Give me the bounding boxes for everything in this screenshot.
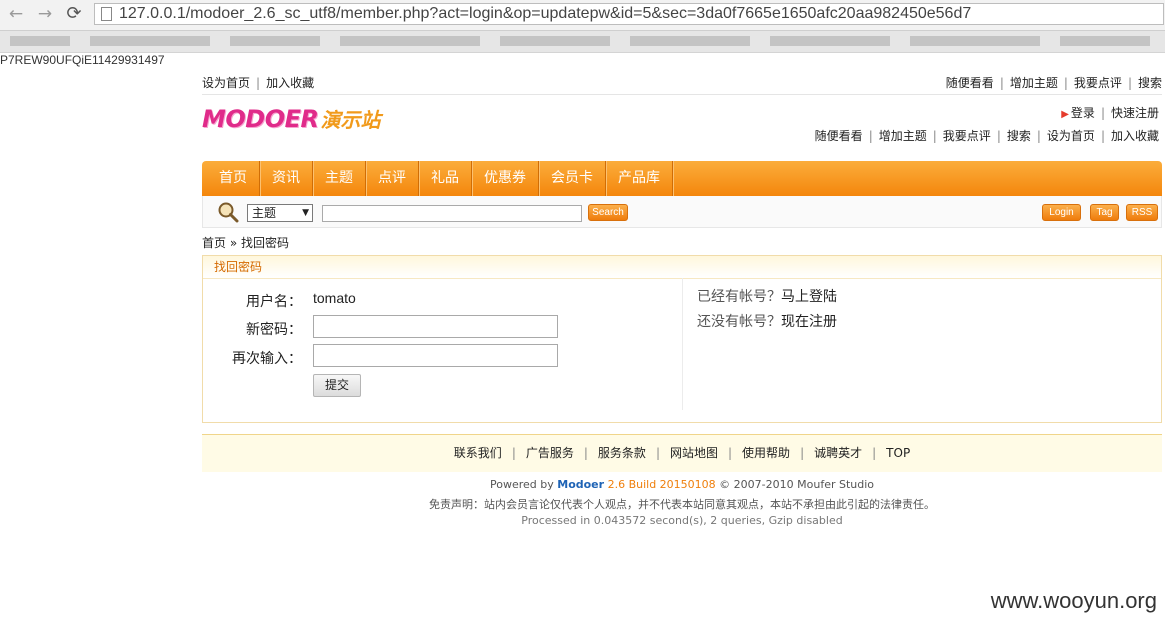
logo-text: MODOER (202, 105, 319, 133)
breadcrumb-current: 找回密码 (241, 236, 290, 250)
register-now-link[interactable]: 现在注册 (781, 314, 837, 330)
header-review-link[interactable]: 我要点评 (943, 129, 991, 143)
reset-password-panel: 找回密码 用户名： tomato 新密码： 再次输入： 提交 已经有帐号？马上登… (202, 255, 1162, 423)
nav-coupon[interactable]: 优惠券 (472, 161, 539, 196)
login-now-link[interactable]: 马上登陆 (781, 289, 837, 305)
reload-icon[interactable]: ⟳ (63, 3, 85, 25)
header-favorite-link[interactable]: 加入收藏 (1111, 129, 1159, 143)
breadcrumb-separator: » (229, 236, 238, 250)
footer-help-link[interactable]: 使用帮助 (742, 446, 790, 460)
submit-button[interactable]: 提交 (313, 374, 361, 397)
header-search-link[interactable]: 搜索 (1007, 129, 1031, 143)
search-button[interactable]: Search (588, 204, 628, 221)
site-logo[interactable]: MODOER 演示站 (202, 104, 380, 134)
login-prompt-text: 已经有帐号？ (697, 289, 781, 305)
login-link[interactable]: 登录 (1071, 106, 1095, 120)
powered-by: Powered by Modoer 2.6 Build 20150108 © 2… (202, 478, 1162, 491)
watermark: www.wooyun.org (990, 588, 1157, 613)
chevron-down-icon: ▼ (302, 208, 309, 218)
page-icon (101, 7, 112, 21)
search-type-value: 主题 (252, 206, 277, 220)
brand-link[interactable]: Modoer (557, 478, 604, 491)
url-text[interactable]: 127.0.0.1/modoer_2.6_sc_utf8/member.php?… (119, 5, 971, 23)
username-label: 用户名： (246, 294, 302, 310)
footer-contact-link[interactable]: 联系我们 (454, 446, 502, 460)
site-topbar: 设为首页 | 加入收藏 随便看看 | 增加主题 | 我要点评 | 搜索 (202, 70, 1162, 95)
powered-prefix: Powered by (489, 478, 554, 491)
header-links: 随便看看 | 增加主题 | 我要点评 | 搜索 | 设为首页 | 加入收藏 (814, 129, 1159, 143)
overflow-text: P7REW90UFQiE11429931497 (0, 53, 165, 67)
username-value: tomato (313, 290, 356, 306)
repeat-password-label: 再次输入： (232, 351, 302, 367)
nav-review[interactable]: 点评 (366, 161, 419, 196)
arrow-right-icon: ▶ (1061, 109, 1069, 120)
new-password-field[interactable] (313, 315, 558, 338)
header-random-link[interactable]: 随便看看 (815, 129, 863, 143)
search-bar: 主题 ▼ Search Login Tag RSS (202, 196, 1162, 228)
copyright-text: © 2007-2010 Moufer Studio (719, 478, 875, 491)
nav-subject[interactable]: 主题 (313, 161, 366, 196)
login-button[interactable]: Login (1042, 204, 1081, 221)
register-link[interactable]: 快速注册 (1111, 106, 1159, 120)
nav-news[interactable]: 资讯 (260, 161, 313, 196)
footer-links: 联系我们 | 广告服务 | 服务条款 | 网站地图 | 使用帮助 | 诚聘英才 | TOP (202, 434, 1162, 472)
nav-gift[interactable]: 礼品 (419, 161, 472, 196)
footer-ads-link[interactable]: 广告服务 (526, 446, 574, 460)
header-homepage-link[interactable]: 设为首页 (1047, 129, 1095, 143)
search-type-select[interactable]: 主题 ▼ (247, 204, 313, 222)
search-input[interactable] (322, 205, 582, 222)
nav-home[interactable]: 首页 (207, 161, 260, 196)
bookmarks-bar (0, 31, 1165, 53)
login-prompt: 已经有帐号？马上登陆 (697, 286, 837, 306)
register-prompt-text: 还没有帐号？ (697, 314, 781, 330)
nav-card[interactable]: 会员卡 (539, 161, 606, 196)
nav-products[interactable]: 产品库 (606, 161, 673, 196)
register-prompt: 还没有帐号？现在注册 (697, 311, 837, 331)
address-bar[interactable]: 127.0.0.1/modoer_2.6_sc_utf8/member.php?… (94, 3, 1164, 25)
breadcrumb-home[interactable]: 首页 (202, 236, 226, 250)
panel-title: 找回密码 (203, 256, 1161, 279)
set-homepage-link[interactable]: 设为首页 (202, 76, 250, 90)
processed-info: Processed in 0.043572 second(s), 2 queri… (521, 514, 843, 527)
login-register: ▶ 登录 | 快速注册 (1061, 106, 1159, 120)
version-text: 2.6 Build 20150108 (607, 478, 716, 491)
forward-icon[interactable]: → (34, 3, 56, 25)
main-nav: 首页 资讯 主题 点评 礼品 优惠券 会员卡 产品库 (202, 161, 1162, 196)
tag-button[interactable]: Tag (1090, 204, 1119, 221)
footer-jobs-link[interactable]: 诚聘英才 (814, 446, 862, 460)
footer-top-link[interactable]: TOP (886, 446, 910, 460)
search-icon (218, 202, 239, 223)
add-favorite-link[interactable]: 加入收藏 (266, 76, 314, 90)
back-icon[interactable]: ← (5, 3, 27, 25)
browser-toolbar: ← → ⟳ 127.0.0.1/modoer_2.6_sc_utf8/membe… (0, 0, 1165, 31)
random-link[interactable]: 随便看看 (946, 76, 994, 90)
footer-terms-link[interactable]: 服务条款 (598, 446, 646, 460)
disclaimer: 免责声明：站内会员言论仅代表个人观点，并不代表本站同意其观点，本站不承担由此引起… (429, 498, 935, 511)
breadcrumb: 首页 » 找回密码 (202, 234, 289, 251)
footer-sitemap-link[interactable]: 网站地图 (670, 446, 718, 460)
search-link[interactable]: 搜索 (1138, 76, 1162, 90)
repeat-password-field[interactable] (313, 344, 558, 367)
review-link[interactable]: 我要点评 (1074, 76, 1122, 90)
header-add-subject-link[interactable]: 增加主题 (879, 129, 927, 143)
add-subject-link[interactable]: 增加主题 (1010, 76, 1058, 90)
new-password-label: 新密码： (246, 322, 302, 338)
logo-cn-text: 演示站 (320, 108, 381, 132)
rss-button[interactable]: RSS (1126, 204, 1158, 221)
divider (682, 278, 683, 410)
